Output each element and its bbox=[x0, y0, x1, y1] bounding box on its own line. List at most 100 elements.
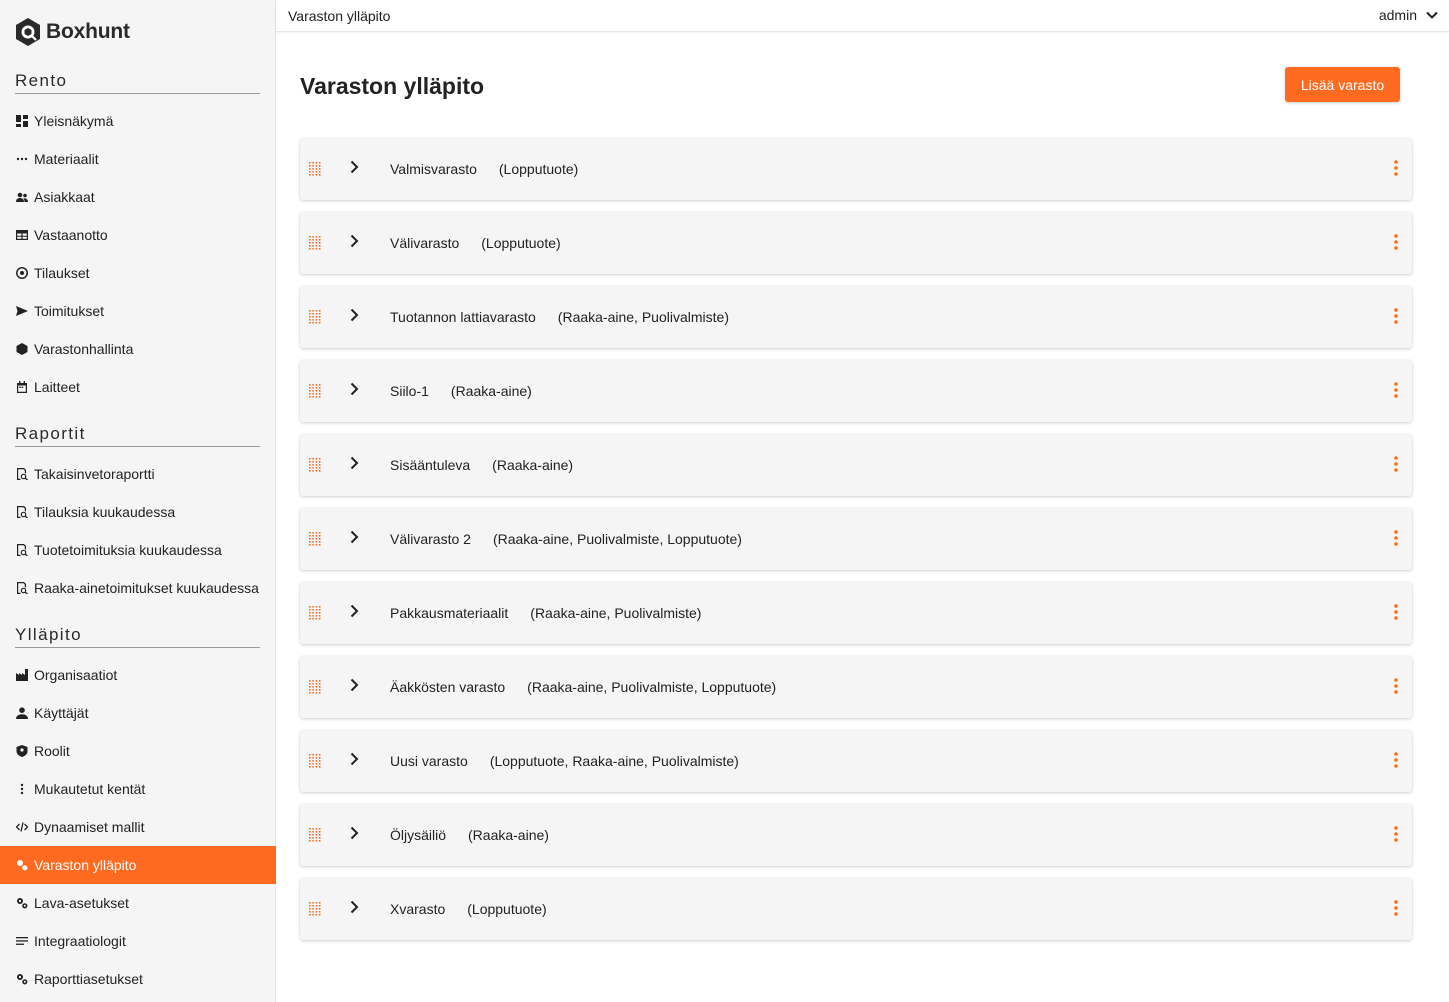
sidebar-item[interactable]: Roolit bbox=[0, 732, 276, 770]
more-vert-icon[interactable] bbox=[1390, 307, 1402, 325]
warehouse-row[interactable]: Välivarasto 2 (Raaka-aine, Puolivalmiste,… bbox=[300, 508, 1412, 570]
sidebar-item[interactable]: Materiaalit bbox=[0, 140, 276, 178]
warehouse-row[interactable]: Pakkausmateriaalit (Raaka-aine, Puolivalm… bbox=[300, 582, 1412, 644]
chevron-right-icon[interactable] bbox=[346, 677, 362, 693]
sidebar-item[interactable]: Asiakkaat bbox=[0, 178, 276, 216]
sidebar-item-label: Organisaatiot bbox=[34, 667, 118, 683]
more-vert-icon[interactable] bbox=[1390, 751, 1402, 769]
warehouse-name: Pakkausmateriaalit bbox=[390, 605, 509, 621]
lines-icon bbox=[15, 935, 28, 948]
more-vert-icon[interactable] bbox=[1390, 455, 1402, 473]
drag-handle-icon[interactable] bbox=[309, 162, 322, 176]
warehouse-types: (Lopputuote, Raaka-aine, Puolivalmiste) bbox=[489, 753, 739, 769]
warehouse-types: (Raaka-aine) bbox=[468, 827, 549, 843]
sidebar-item-label: Roolit bbox=[34, 743, 70, 759]
sidebar-item[interactable]: Varastonhallinta bbox=[0, 330, 276, 368]
chevron-right-icon[interactable] bbox=[346, 307, 362, 323]
sidebar-item[interactable]: Toimitukset bbox=[0, 292, 276, 330]
gears-icon bbox=[15, 973, 28, 986]
sidebar-item[interactable]: Tilaukset bbox=[0, 254, 276, 292]
sidebar-item[interactable]: Raaka-ainetoimitukset kuukaudessa bbox=[0, 569, 276, 607]
factory-icon bbox=[15, 669, 28, 682]
chevron-right-icon[interactable] bbox=[346, 529, 362, 545]
section-title-rento: Rento bbox=[15, 71, 260, 94]
more-vert-icon bbox=[15, 783, 28, 796]
more-vert-icon[interactable] bbox=[1390, 677, 1402, 695]
warehouse-types: (Raaka-aine, Puolivalmiste, Lopputuote) bbox=[492, 531, 742, 547]
warehouse-types: (Raaka-aine) bbox=[492, 457, 574, 473]
more-vert-icon[interactable] bbox=[1390, 603, 1402, 621]
gears-icon bbox=[15, 859, 28, 872]
sidebar-item[interactable]: Takaisinvetoraportti bbox=[0, 455, 276, 493]
sidebar-item[interactable]: Organisaatiot bbox=[0, 656, 276, 694]
user-menu[interactable]: admin bbox=[1379, 7, 1439, 23]
drag-handle-icon[interactable] bbox=[309, 754, 322, 768]
warehouse-row[interactable]: Xvarasto (Lopputuote) bbox=[300, 878, 1412, 940]
sidebar-item[interactable]: Tuotetoimituksia kuukaudessa bbox=[0, 531, 276, 569]
more-vert-icon[interactable] bbox=[1390, 529, 1402, 547]
sidebar-item[interactable]: Varaston ylläpito bbox=[0, 846, 276, 884]
warehouse-types: (Raaka-aine, Puolivalmiste) bbox=[557, 309, 729, 325]
drag-handle-icon[interactable] bbox=[309, 236, 322, 250]
warehouse-row[interactable]: Äakkösten varasto (Raaka-aine, Puolivalmi… bbox=[300, 656, 1412, 718]
warehouse-name: Välivarasto 2 bbox=[390, 531, 471, 547]
calendar-icon bbox=[15, 381, 28, 394]
warehouse-name: Valmisvarasto bbox=[390, 161, 477, 177]
sidebar-item-label: Raporttiasetukset bbox=[34, 971, 143, 987]
chevron-down-icon bbox=[1426, 11, 1438, 19]
warehouse-types: (Raaka-aine, Puolivalmiste) bbox=[530, 605, 702, 621]
drag-handle-icon[interactable] bbox=[309, 310, 322, 324]
chevron-right-icon[interactable] bbox=[346, 233, 362, 249]
drag-handle-icon[interactable] bbox=[309, 606, 322, 620]
drag-handle-icon[interactable] bbox=[309, 458, 322, 472]
add-warehouse-button[interactable]: Lisää varasto bbox=[1285, 67, 1400, 102]
chevron-right-icon[interactable] bbox=[346, 455, 362, 471]
drag-handle-icon[interactable] bbox=[309, 532, 322, 546]
more-vert-icon[interactable] bbox=[1390, 825, 1402, 843]
warehouse-row[interactable]: Tuotannon lattiavarasto (Raaka-aine, Puol… bbox=[300, 286, 1412, 348]
sidebar-item[interactable]: Integraatiologit bbox=[0, 922, 276, 960]
app-logo[interactable]: Boxhunt bbox=[14, 16, 130, 48]
sidebar-item-label: Dynaamiset mallit bbox=[34, 819, 145, 835]
report-search-icon bbox=[15, 468, 28, 481]
user-name: admin bbox=[1378, 7, 1417, 23]
chevron-right-icon[interactable] bbox=[346, 603, 362, 619]
chevron-right-icon[interactable] bbox=[346, 825, 362, 841]
sidebar-item[interactable]: Tilauksia kuukaudessa bbox=[0, 493, 276, 531]
chevron-right-icon[interactable] bbox=[346, 159, 362, 175]
sidebar-item[interactable]: Käyttäjät bbox=[0, 694, 276, 732]
drag-handle-icon[interactable] bbox=[309, 828, 322, 842]
drag-handle-icon[interactable] bbox=[309, 384, 322, 398]
chevron-right-icon[interactable] bbox=[346, 381, 362, 397]
sidebar-item-label: Varastonhallinta bbox=[34, 341, 134, 357]
sidebar-item[interactable]: Lava-asetukset bbox=[0, 884, 276, 922]
more-vert-icon[interactable] bbox=[1390, 899, 1402, 917]
drag-handle-icon[interactable] bbox=[309, 902, 322, 916]
warehouse-row[interactable]: Siilo-1 (Raaka-aine) bbox=[300, 360, 1412, 422]
sidebar-item[interactable]: Dynaamiset mallit bbox=[0, 808, 276, 846]
sidebar-item-label: Takaisinvetoraportti bbox=[34, 466, 155, 482]
more-vert-icon[interactable] bbox=[1390, 233, 1402, 251]
chevron-right-icon[interactable] bbox=[346, 751, 362, 767]
more-vert-icon[interactable] bbox=[1390, 381, 1402, 399]
warehouse-name: Tuotannon lattiavarasto bbox=[390, 309, 536, 325]
sidebar-item[interactable]: Raporttiasetukset bbox=[0, 960, 276, 998]
warehouse-row[interactable]: Valmisvarasto (Lopputuote) bbox=[300, 138, 1412, 200]
support-icon bbox=[15, 267, 28, 280]
warehouse-row[interactable]: Uusi varasto (Lopputuote, Raaka-aine, Puo… bbox=[300, 730, 1412, 792]
sidebar-item[interactable]: Vastaanotto bbox=[0, 216, 276, 254]
more-horiz-icon bbox=[15, 153, 28, 166]
sidebar-item[interactable]: Laitteet bbox=[0, 368, 276, 406]
drag-handle-icon[interactable] bbox=[309, 680, 322, 694]
person-icon bbox=[15, 707, 28, 720]
boxhunt-logo-icon bbox=[16, 18, 40, 46]
chevron-right-icon[interactable] bbox=[346, 899, 362, 915]
warehouse-row[interactable]: Sisääntuleva (Raaka-aine) bbox=[300, 434, 1412, 496]
warehouse-row[interactable]: Öljysäiliö (Raaka-aine) bbox=[300, 804, 1412, 866]
sidebar-item[interactable]: Yleisnäkymä bbox=[0, 102, 276, 140]
sidebar-item[interactable]: Mukautetut kentät bbox=[0, 770, 276, 808]
warehouse-types: (Lopputuote) bbox=[498, 161, 579, 177]
warehouse-types: (Lopputuote) bbox=[481, 235, 561, 251]
warehouse-row[interactable]: Välivarasto (Lopputuote) bbox=[300, 212, 1412, 274]
more-vert-icon[interactable] bbox=[1390, 159, 1402, 177]
